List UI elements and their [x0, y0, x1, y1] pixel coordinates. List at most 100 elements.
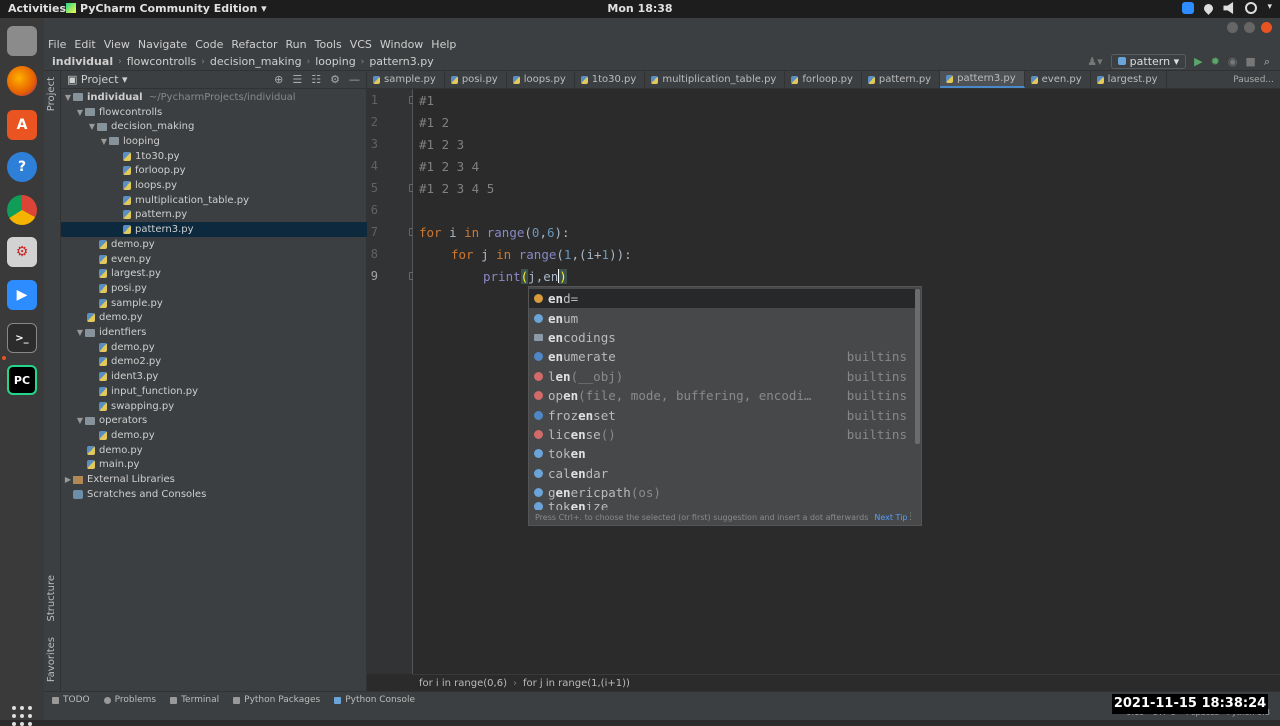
close-window-button[interactable] [1261, 22, 1272, 33]
tree-file[interactable]: swapping.py [61, 399, 367, 414]
gear-icon[interactable]: ⚙ [330, 73, 340, 86]
window-titlebar[interactable] [44, 18, 1280, 36]
tree-file[interactable]: demo.py [61, 237, 367, 252]
breadcrumb-item[interactable]: decision_making [210, 55, 302, 68]
files-icon[interactable] [7, 26, 37, 56]
tab-even[interactable]: even.py [1025, 71, 1091, 88]
tree-file[interactable]: largest.py [61, 266, 367, 281]
run-icon[interactable]: ▶ [1194, 55, 1202, 68]
completion-scrollbar[interactable] [915, 289, 920, 444]
tab-loops[interactable]: loops.py [507, 71, 575, 88]
editor-breadcrumb-item[interactable]: for i in range(0,6) [419, 678, 507, 689]
user-icon[interactable]: ♟▾ [1087, 55, 1102, 68]
tab-multiplication-table[interactable]: multiplication_table.py [645, 71, 786, 88]
menu-edit[interactable]: Edit [74, 36, 95, 53]
completion-item[interactable]: g en ericpath (os) [529, 483, 915, 502]
structure-side-tab[interactable]: Structure [46, 575, 57, 622]
next-tip-link[interactable]: Next Tip [874, 513, 907, 522]
tree-file[interactable]: ident3.py [61, 369, 367, 384]
minimize-button[interactable] [1227, 22, 1238, 33]
tree-file[interactable]: forloop.py [61, 164, 367, 179]
project-view-select[interactable]: ▣ Project ▾ [67, 73, 128, 86]
completion-item[interactable]: l en (__obj) builtins [529, 367, 915, 386]
tree-file-selected[interactable]: pattern3.py [61, 222, 367, 237]
tool-window-problems[interactable]: Problems [103, 695, 156, 705]
coverage-icon[interactable]: ◉ [1228, 55, 1238, 68]
tool-window-todo[interactable]: TODO [52, 695, 90, 705]
more-options-icon[interactable]: ⋮ [906, 512, 915, 522]
menu-file[interactable]: File [48, 36, 66, 53]
search-icon[interactable]: ⌕ [1264, 55, 1270, 69]
hide-icon[interactable]: — [349, 73, 360, 86]
breadcrumb-item[interactable]: pattern3.py [369, 55, 433, 68]
breadcrumb-item[interactable]: flowcontrolls [127, 55, 197, 68]
tab-largest[interactable]: largest.py [1091, 71, 1167, 88]
tree-root[interactable]: ▼ individual ~/PycharmProjects/individual [61, 90, 367, 105]
tab-pattern[interactable]: pattern.py [862, 71, 941, 88]
tree-file[interactable]: pattern.py [61, 208, 367, 223]
completion-item[interactable]: tok en [529, 444, 915, 463]
tab-posi[interactable]: posi.py [445, 71, 507, 88]
tree-file[interactable]: sample.py [61, 296, 367, 311]
tree-file[interactable]: demo.py [61, 311, 367, 326]
clock[interactable]: Mon 18:38 [0, 2, 1280, 15]
menu-navigate[interactable]: Navigate [138, 36, 187, 53]
tree-file[interactable]: demo.py [61, 340, 367, 355]
expand-all-icon[interactable]: ☰ [292, 73, 302, 86]
tree-file[interactable]: even.py [61, 252, 367, 267]
tool-window-terminal[interactable]: Terminal [170, 695, 219, 705]
tab-forloop[interactable]: forloop.py [785, 71, 862, 88]
help-icon[interactable]: ? [7, 152, 37, 182]
tree-scratches[interactable]: Scratches and Consoles [61, 487, 367, 502]
tree-folder[interactable]: ▼ flowcontrolls [61, 105, 367, 120]
tab-1to30[interactable]: 1to30.py [575, 71, 646, 88]
completion-item[interactable]: en um [529, 308, 915, 327]
tree-file[interactable]: input_function.py [61, 384, 367, 399]
completion-item[interactable]: en codings [529, 328, 915, 347]
menu-help[interactable]: Help [431, 36, 456, 53]
breadcrumb-item[interactable]: individual [52, 55, 113, 68]
completion-item-partial[interactable]: tok en ize [529, 502, 915, 511]
tree-folder[interactable]: ▼ looping [61, 134, 367, 149]
tree-file[interactable]: demo2.py [61, 355, 367, 370]
completion-item[interactable]: en umerate builtins [529, 347, 915, 366]
menu-refactor[interactable]: Refactor [231, 36, 277, 53]
menu-tools[interactable]: Tools [315, 36, 342, 53]
favorites-side-tab[interactable]: Favorites [46, 637, 57, 682]
completion-item[interactable]: lic en se() builtins [529, 425, 915, 444]
chrome-icon[interactable] [7, 195, 37, 225]
indexing-status[interactable]: Paused... [1233, 71, 1274, 89]
menu-run[interactable]: Run [286, 36, 307, 53]
stop-icon[interactable]: ■ [1245, 55, 1255, 68]
zoom-icon[interactable]: ▶ [7, 280, 37, 310]
tree-file[interactable]: posi.py [61, 281, 367, 296]
maximize-button[interactable] [1244, 22, 1255, 33]
tool-window-python-console[interactable]: Python Console [334, 695, 415, 705]
completion-item[interactable]: froz en set builtins [529, 405, 915, 424]
locate-icon[interactable]: ⊕ [274, 73, 283, 86]
completion-item[interactable]: op en (file, mode, buffering, encodi… built… [529, 386, 915, 405]
tree-file[interactable]: demo.py [61, 428, 367, 443]
tab-pattern3-active[interactable]: pattern3.py [940, 71, 1025, 88]
settings-icon[interactable]: ⚙ [7, 237, 37, 267]
debug-icon[interactable]: ✹ [1211, 55, 1220, 68]
tree-file[interactable]: 1to30.py [61, 149, 367, 164]
tab-sample[interactable]: sample.py [367, 71, 445, 88]
show-applications-icon[interactable] [12, 706, 32, 726]
tree-external-libraries[interactable]: ▶ External Libraries [61, 472, 367, 487]
tool-window-python-packages[interactable]: Python Packages [233, 695, 320, 705]
completion-item-selected[interactable]: en d= [529, 289, 915, 309]
project-side-tab[interactable]: Project [46, 77, 57, 111]
menu-view[interactable]: View [104, 36, 130, 53]
zoom-tray-icon[interactable] [1182, 2, 1195, 14]
tree-folder[interactable]: ▼ decision_making [61, 119, 367, 134]
tree-file[interactable]: multiplication_table.py [61, 193, 367, 208]
menu-window[interactable]: Window [380, 36, 423, 53]
software-center-icon[interactable]: A [7, 110, 37, 140]
editor-breadcrumb-item[interactable]: for j in range(1,(i+1)) [523, 678, 630, 689]
system-tray[interactable]: ▾ [1182, 2, 1272, 15]
menu-code[interactable]: Code [195, 36, 223, 53]
tree-file[interactable]: demo.py [61, 443, 367, 458]
completion-item[interactable]: cal en dar [529, 464, 915, 483]
tree-folder[interactable]: ▼ identfiers [61, 325, 367, 340]
